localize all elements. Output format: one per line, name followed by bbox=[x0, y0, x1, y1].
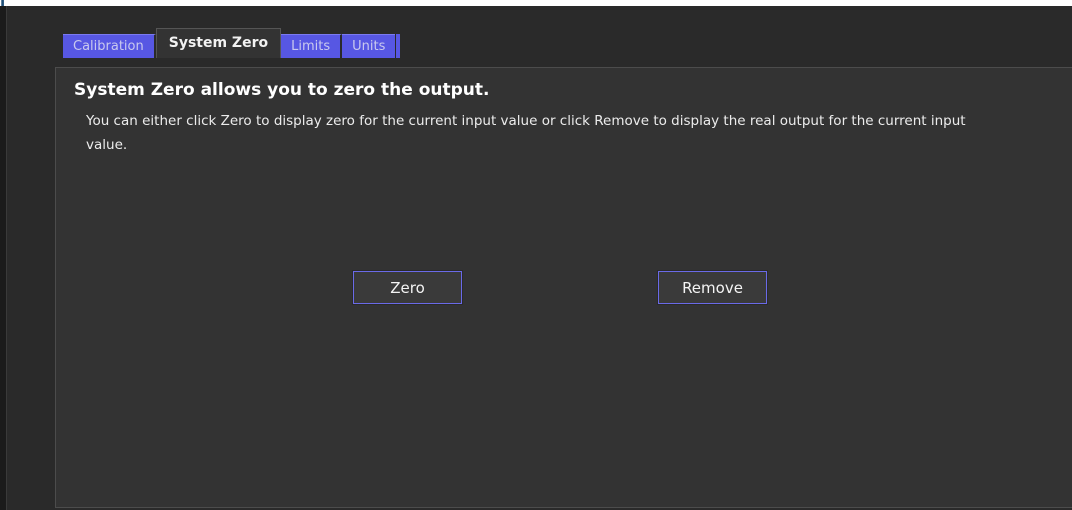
tab-system-zero[interactable]: System Zero bbox=[155, 28, 282, 58]
tab-calibration[interactable]: Calibration bbox=[63, 34, 156, 58]
panel-description: You can either click Zero to display zer… bbox=[86, 113, 966, 153]
tab-strip-end bbox=[395, 34, 401, 58]
system-zero-panel: System Zero allows you to zero the outpu… bbox=[55, 67, 1072, 508]
app-window: Calibration System Zero Limits Units Sys… bbox=[6, 6, 1072, 510]
zero-button[interactable]: Zero bbox=[352, 270, 463, 305]
remove-button[interactable]: Remove bbox=[657, 270, 768, 305]
tab-limits[interactable]: Limits bbox=[281, 34, 343, 58]
tab-units[interactable]: Units bbox=[342, 34, 396, 58]
panel-title: System Zero allows you to zero the outpu… bbox=[74, 80, 490, 100]
tab-strip: Calibration System Zero Limits Units bbox=[63, 28, 401, 58]
